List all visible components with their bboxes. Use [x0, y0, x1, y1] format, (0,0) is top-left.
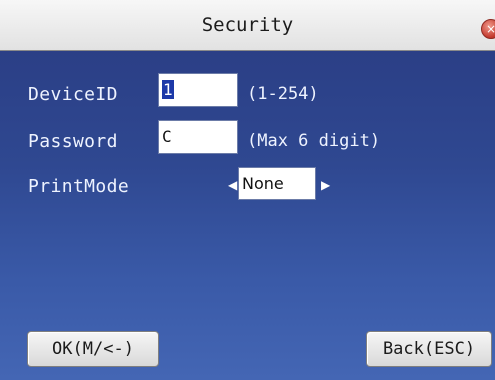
settings-panel: DeviceID 1 (1-254) Password C (Max 6 dig… — [0, 51, 495, 380]
password-input[interactable]: C — [158, 120, 238, 154]
print-mode-value: None — [242, 174, 284, 193]
window-title: Security — [201, 14, 294, 36]
title-bar: Security × — [0, 0, 495, 51]
password-value: C — [162, 127, 172, 146]
device-id-label: DeviceID — [28, 84, 118, 105]
password-label: Password — [28, 131, 118, 152]
arrow-left-icon[interactable]: ◀ — [228, 178, 237, 192]
print-mode-label: PrintMode — [28, 176, 130, 197]
device-id-range-hint: (1-254) — [247, 84, 319, 104]
security-screen: Security × DeviceID 1 (1-254) Password C… — [0, 0, 495, 380]
arrow-right-icon[interactable]: ▶ — [321, 178, 330, 192]
ok-button[interactable]: OK(M/<-) — [27, 331, 159, 367]
back-button[interactable]: Back(ESC) — [366, 331, 492, 367]
print-mode-select[interactable]: None — [238, 167, 316, 200]
device-id-value: 1 — [162, 80, 174, 99]
device-id-input[interactable]: 1 — [158, 73, 238, 107]
close-icon[interactable]: × — [481, 19, 495, 39]
password-limit-hint: (Max 6 digit) — [247, 131, 381, 151]
